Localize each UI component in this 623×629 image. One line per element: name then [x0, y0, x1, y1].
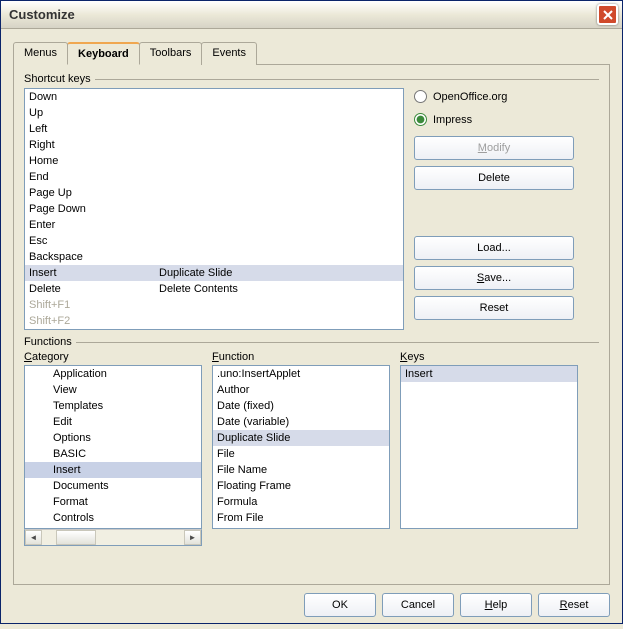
category-hscroll[interactable]: ◄ ► — [24, 529, 202, 546]
shortcut-key: Up — [29, 105, 159, 121]
category-item[interactable]: Controls — [25, 510, 201, 526]
shortcut-keys-label: Shortcut keys — [24, 73, 95, 85]
titlebar: Customize — [1, 1, 622, 29]
function-item[interactable]: Formula — [213, 494, 389, 510]
ok-button[interactable]: OK — [304, 593, 376, 617]
radio-openoffice-input[interactable] — [414, 90, 427, 103]
tab-panel: Shortcut keys DownUpLeftRightHomeEndPage… — [13, 65, 610, 585]
function-item[interactable]: File Name — [213, 462, 389, 478]
shortcut-key: Page Up — [29, 185, 159, 201]
tab-menus[interactable]: Menus — [13, 42, 68, 65]
shortcut-key: Home — [29, 153, 159, 169]
shortcut-keys-group: Shortcut keys DownUpLeftRightHomeEndPage… — [24, 79, 599, 334]
shortcut-key: Enter — [29, 217, 159, 233]
modify-button[interactable]: Modify — [414, 136, 574, 160]
help-button[interactable]: Help — [460, 593, 532, 617]
shortcut-action: Duplicate Slide — [159, 265, 232, 281]
shortcut-key: Esc — [29, 233, 159, 249]
cancel-button[interactable]: Cancel — [382, 593, 454, 617]
shortcut-key: Right — [29, 137, 159, 153]
shortcut-row[interactable]: Left — [25, 121, 403, 137]
function-item[interactable]: Gallery — [213, 526, 389, 529]
category-item[interactable]: Format — [25, 494, 201, 510]
function-item[interactable]: Author — [213, 382, 389, 398]
keys-label: Keys — [400, 351, 578, 363]
shortcut-action: Delete Contents — [159, 281, 238, 297]
shortcut-key: Shift+F2 — [29, 313, 159, 329]
radio-impress[interactable]: Impress — [414, 113, 599, 126]
shortcut-row[interactable]: Right — [25, 137, 403, 153]
shortcut-row[interactable]: Esc — [25, 233, 403, 249]
function-list[interactable]: .uno:InsertAppletAuthorDate (fixed)Date … — [212, 365, 390, 529]
category-item[interactable]: Insert — [25, 462, 201, 478]
shortcut-row[interactable]: Page Down — [25, 201, 403, 217]
shortcut-key: Delete — [29, 281, 159, 297]
shortcut-row[interactable]: Down — [25, 89, 403, 105]
shortcut-keys-list[interactable]: DownUpLeftRightHomeEndPage UpPage DownEn… — [24, 88, 404, 330]
category-item[interactable]: Edit — [25, 414, 201, 430]
load-button[interactable]: Load... — [414, 236, 574, 260]
delete-button[interactable]: Delete — [414, 166, 574, 190]
shortcut-key: Left — [29, 121, 159, 137]
shortcut-key: Insert — [29, 265, 159, 281]
functions-group: Functions Category ApplicationViewTempla… — [24, 342, 599, 550]
scroll-right-icon[interactable]: ► — [184, 530, 201, 545]
function-item[interactable]: Date (fixed) — [213, 398, 389, 414]
function-item[interactable]: .uno:InsertApplet — [213, 366, 389, 382]
tab-toolbars[interactable]: Toolbars — [139, 42, 203, 65]
tabstrip: Menus Keyboard Toolbars Events — [13, 41, 610, 65]
category-item[interactable]: BASIC — [25, 446, 201, 462]
shortcut-row[interactable]: Home — [25, 153, 403, 169]
dialog-buttons: OK Cancel Help Reset — [13, 593, 610, 617]
window-title: Customize — [9, 7, 597, 22]
save-label: ave... — [484, 272, 511, 284]
shortcut-key: End — [29, 169, 159, 185]
scroll-thumb[interactable] — [56, 530, 96, 545]
category-list[interactable]: ApplicationViewTemplatesEditOptionsBASIC… — [24, 365, 202, 529]
function-item[interactable]: Date (variable) — [213, 414, 389, 430]
scroll-left-icon[interactable]: ◄ — [25, 530, 42, 545]
function-label: Function — [212, 351, 390, 363]
radio-impress-label: Impress — [433, 114, 472, 126]
shortcut-row[interactable]: Up — [25, 105, 403, 121]
shortcut-row[interactable]: Shift+F1 — [25, 297, 403, 313]
close-icon — [603, 10, 613, 20]
shortcut-key: Shift+F1 — [29, 297, 159, 313]
keys-list[interactable]: Insert — [400, 365, 578, 529]
shortcut-row[interactable]: Shift+F2 — [25, 313, 403, 329]
customize-dialog: Customize Menus Keyboard Toolbars Events… — [0, 0, 623, 624]
category-item[interactable]: Application — [25, 366, 201, 382]
tab-events[interactable]: Events — [201, 42, 257, 65]
shortcut-key: Backspace — [29, 249, 159, 265]
shortcut-row[interactable]: Enter — [25, 217, 403, 233]
category-item[interactable]: Options — [25, 430, 201, 446]
shortcut-row[interactable]: End — [25, 169, 403, 185]
shortcut-key: Page Down — [29, 201, 159, 217]
functions-label: Functions — [24, 336, 76, 348]
shortcut-row[interactable]: InsertDuplicate Slide — [25, 265, 403, 281]
shortcut-key: Down — [29, 89, 159, 105]
modify-label: odify — [487, 142, 510, 154]
function-item[interactable]: From File — [213, 510, 389, 526]
tab-keyboard[interactable]: Keyboard — [67, 42, 140, 65]
category-item[interactable]: View — [25, 382, 201, 398]
function-item[interactable]: Floating Frame — [213, 478, 389, 494]
close-button[interactable] — [597, 4, 618, 25]
shortcut-row[interactable]: Page Up — [25, 185, 403, 201]
radio-openoffice[interactable]: OpenOffice.org — [414, 90, 599, 103]
shortcut-row[interactable]: Backspace — [25, 249, 403, 265]
radio-impress-input[interactable] — [414, 113, 427, 126]
keys-item[interactable]: Insert — [401, 366, 577, 382]
category-label: Category — [24, 351, 202, 363]
category-item[interactable]: Templates — [25, 398, 201, 414]
shortcut-row[interactable]: DeleteDelete Contents — [25, 281, 403, 297]
function-item[interactable]: File — [213, 446, 389, 462]
function-item[interactable]: Duplicate Slide — [213, 430, 389, 446]
save-button[interactable]: Save... — [414, 266, 574, 290]
category-item[interactable]: Documents — [25, 478, 201, 494]
reset-button[interactable]: Reset — [414, 296, 574, 320]
reset-bottom-button[interactable]: Reset — [538, 593, 610, 617]
radio-openoffice-label: OpenOffice.org — [433, 91, 507, 103]
